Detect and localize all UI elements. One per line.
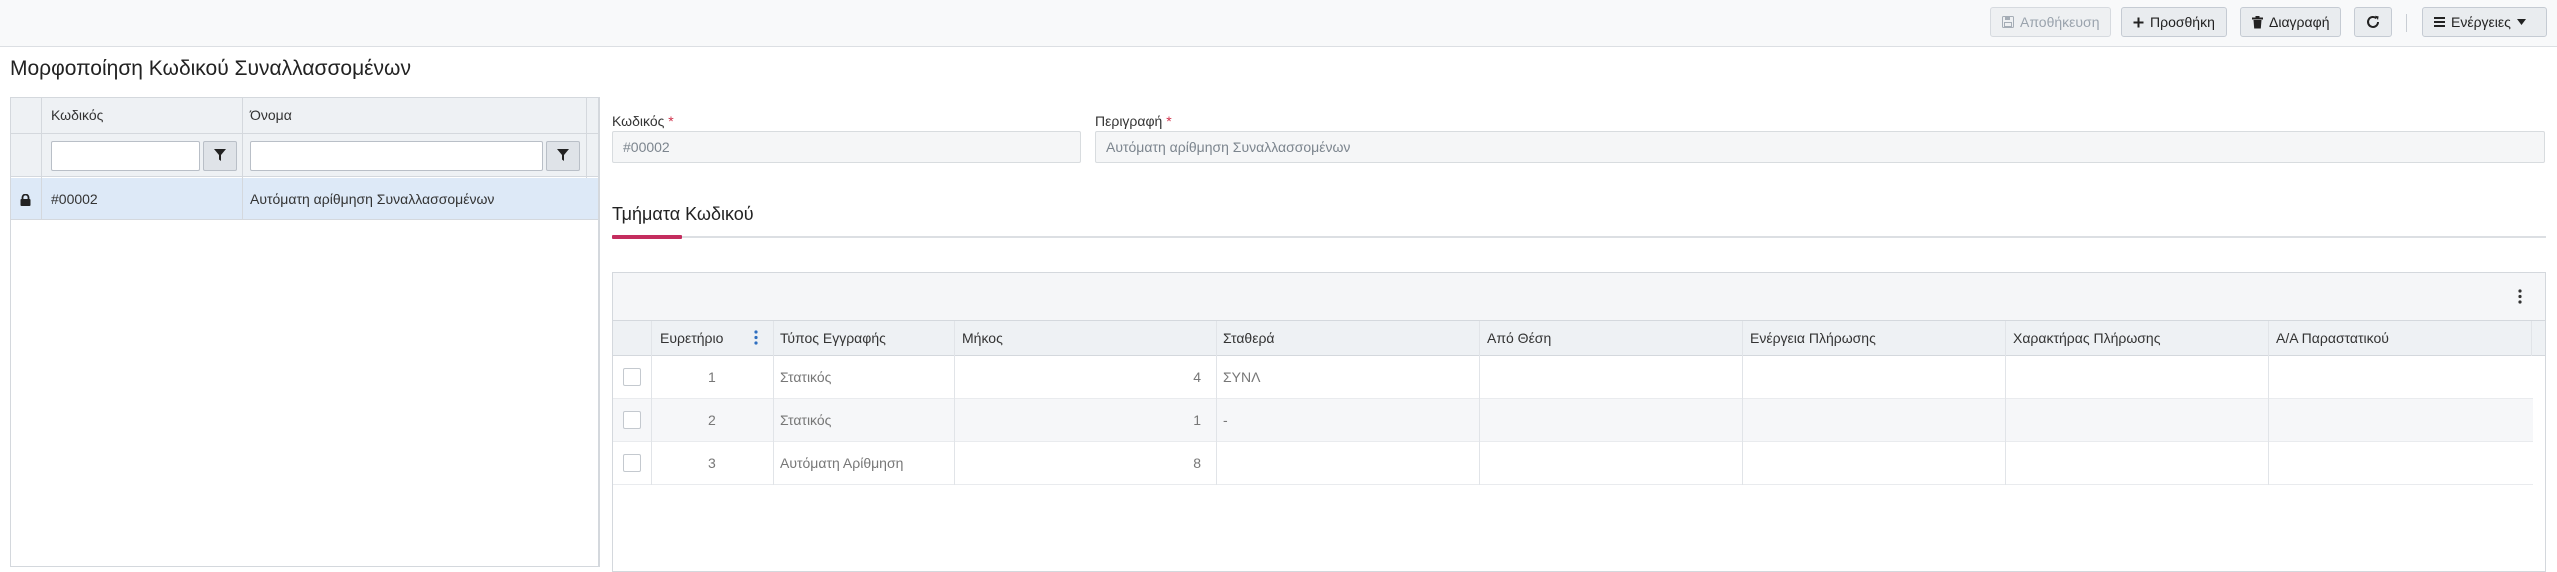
column-divider [954, 321, 955, 485]
name-filter-button[interactable] [546, 141, 580, 171]
column-header-document-sequence[interactable]: Α/Α Παραστατικού [2276, 321, 2389, 355]
required-mark: * [1166, 113, 1172, 129]
delete-button-label: Διαγραφή [2269, 14, 2330, 30]
menu-lines-icon [2434, 17, 2445, 27]
grid-filter-row [11, 134, 598, 177]
code-filter-input[interactable] [51, 141, 200, 171]
column-divider [1479, 321, 1480, 485]
column-divider [41, 98, 42, 220]
save-button[interactable]: Αποθήκευση [1990, 7, 2112, 37]
add-button-label: Προσθήκη [2150, 14, 2215, 30]
page-title: Μορφοποίηση Κωδικού Συναλλασσομένων [10, 57, 411, 80]
code-field[interactable]: #00002 [612, 131, 1081, 163]
more-vertical-icon[interactable] [754, 330, 758, 348]
column-header-fill-action[interactable]: Ενέργεια Πλήρωσης [1750, 321, 1876, 355]
column-header-index[interactable]: Ευρετήριο [660, 321, 723, 355]
panel-divider [599, 97, 600, 567]
filter-icon [214, 148, 226, 164]
column-header-constant[interactable]: Σταθερά [1223, 321, 1275, 355]
description-label-text: Περιγραφή [1095, 113, 1163, 129]
column-divider [2531, 321, 2532, 356]
code-field-label: Κωδικός * [612, 113, 674, 129]
cell-constant: - [1223, 412, 1228, 428]
cell-index: 2 [708, 412, 716, 428]
table-row[interactable]: 3 Αυτόματη Αρίθμηση 8 [613, 442, 2533, 485]
column-divider [1742, 321, 1743, 485]
code-parts-grid: Ευρετήριο Τύπος Εγγραφής Μήκος Σταθερά Α… [612, 272, 2546, 572]
tab-code-parts[interactable]: Τμήματα Κωδικού [612, 204, 754, 225]
column-header-fill-character[interactable]: Χαρακτήρας Πλήρωσης [2013, 321, 2160, 355]
caret-down-icon [2516, 19, 2526, 25]
filter-icon [557, 148, 569, 164]
code-filter-button[interactable] [203, 141, 237, 171]
actions-menu-label: Ενέργειες [2451, 14, 2511, 30]
cell-index: 1 [708, 369, 716, 385]
cell-length: 4 [1193, 369, 1201, 385]
column-header-code[interactable]: Κωδικός [51, 107, 103, 123]
cell-index: 3 [708, 455, 716, 471]
delete-button[interactable]: Διαγραφή [2240, 7, 2342, 37]
lock-icon [20, 193, 31, 209]
column-header-entry-type[interactable]: Τύπος Εγγραφής [780, 321, 886, 355]
floppy-disk-icon [2002, 16, 2014, 28]
description-field[interactable]: Αυτόματη αρίθμηση Συναλλασσομένων [1095, 131, 2545, 163]
cell-length: 8 [1193, 455, 1201, 471]
column-divider [242, 98, 243, 220]
column-divider [773, 321, 774, 485]
row-checkbox[interactable] [623, 368, 641, 386]
row-name: Αυτόματη αρίθμηση Συναλλασσομένων [250, 191, 495, 207]
refresh-icon [2366, 15, 2380, 29]
grid-header: Ευρετήριο Τύπος Εγγραφής Μήκος Σταθερά Α… [613, 321, 2545, 356]
code-formats-grid: Κωδικός Όνομα #00002 Αυτόματη αρίθμηση Σ… [10, 97, 599, 567]
refresh-button[interactable] [2354, 7, 2392, 37]
trash-icon [2252, 15, 2263, 29]
plus-icon [2133, 17, 2144, 28]
column-header-length[interactable]: Μήκος [962, 321, 1003, 355]
column-divider [1216, 321, 1217, 485]
table-row[interactable]: #00002 Αυτόματη αρίθμηση Συναλλασσομένων [11, 178, 598, 220]
cell-length: 1 [1193, 412, 1201, 428]
column-divider [651, 321, 652, 485]
active-tab-indicator [612, 235, 682, 239]
save-button-label: Αποθήκευση [2020, 14, 2100, 30]
column-divider [2268, 321, 2269, 485]
actions-menu-button[interactable]: Ενέργειες [2422, 7, 2547, 37]
row-checkbox[interactable] [623, 454, 641, 472]
description-field-label: Περιγραφή * [1095, 113, 1172, 129]
column-header-from-position[interactable]: Από Θέση [1487, 321, 1551, 355]
more-vertical-icon[interactable] [2518, 289, 2522, 307]
table-row[interactable]: 2 Στατικός 1 - [613, 399, 2533, 442]
column-divider [2005, 321, 2006, 485]
table-row[interactable]: 1 Στατικός 4 ΣΥΝΛ [613, 356, 2533, 399]
cell-constant: ΣΥΝΛ [1223, 369, 1261, 385]
toolbar-separator [2406, 14, 2407, 32]
toolbar: Αποθήκευση Προσθήκη Διαγραφή Ενέργειες [0, 0, 2557, 47]
column-divider [586, 98, 587, 178]
column-header-name[interactable]: Όνομα [250, 107, 292, 123]
name-filter-input[interactable] [250, 141, 543, 171]
code-label-text: Κωδικός [612, 113, 665, 129]
row-code: #00002 [51, 191, 98, 207]
required-mark: * [668, 113, 674, 129]
add-button[interactable]: Προσθήκη [2121, 7, 2227, 37]
row-checkbox[interactable] [623, 411, 641, 429]
tab-underline [612, 236, 2546, 238]
cell-entry-type: Στατικός [780, 369, 832, 385]
grid-header: Κωδικός Όνομα [11, 98, 598, 134]
cell-entry-type: Στατικός [780, 412, 832, 428]
cell-entry-type: Αυτόματη Αρίθμηση [780, 455, 904, 471]
grid-toolbar [613, 273, 2545, 321]
